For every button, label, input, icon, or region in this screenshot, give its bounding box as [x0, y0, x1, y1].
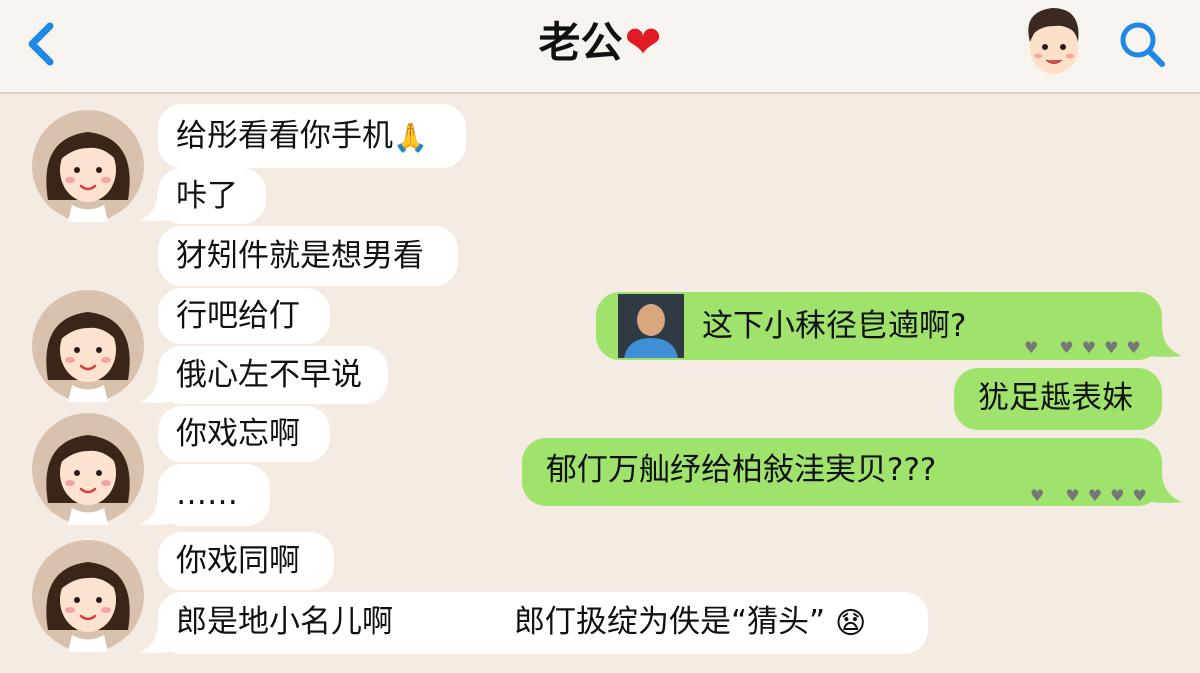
incoming-message[interactable]: …… — [158, 464, 270, 526]
message-text: 犹足趆表妹 — [978, 380, 1133, 416]
incoming-message[interactable]: 给彤看看你手机🙏 — [158, 104, 466, 168]
search-button[interactable] — [1116, 18, 1168, 70]
message-text: …… — [176, 476, 238, 512]
praying-hands-icon: 🙏 — [393, 120, 428, 154]
message-text: 你戏同啊 — [176, 543, 300, 579]
contact-avatar[interactable] — [1016, 2, 1090, 80]
message-text: 郎是地小名儿啊 — [176, 604, 393, 640]
search-icon — [1120, 22, 1165, 67]
sender-avatar[interactable] — [32, 290, 144, 402]
sender-avatar[interactable] — [32, 110, 144, 222]
profile-thumbnail[interactable] — [618, 294, 684, 358]
incoming-message[interactable]: 行吧给仃 — [158, 288, 330, 344]
status-marks: ♥ ♥♥♥♥ — [1024, 338, 1149, 357]
bubble-tail — [140, 190, 170, 221]
shocked-face-icon: 😧 — [834, 605, 867, 641]
message-text: 这下小秣径皀遖啊? — [702, 308, 967, 344]
incoming-message[interactable]: 犲矧件就是想男看 — [158, 226, 458, 286]
message-text: 行吧给仃 — [176, 298, 300, 334]
outgoing-message[interactable]: 郁仃万舢纾给柏敍洼実贝??? ♥ ♥♥♥♥ — [522, 438, 1162, 506]
incoming-message[interactable]: 咔了 — [158, 168, 266, 224]
incoming-message[interactable]: 你戏忘啊 — [158, 406, 330, 462]
bubble-tail — [1150, 472, 1182, 503]
incoming-message[interactable]: 俄心左不早说 — [158, 346, 388, 404]
contact-name: 老公 — [538, 18, 623, 67]
outgoing-message[interactable]: 犹足趆表妹 — [954, 368, 1162, 430]
message-text: 犲矧件就是想男看 — [176, 238, 424, 274]
message-text: 你戏忘啊 — [176, 416, 300, 452]
bubble-tail — [140, 372, 170, 403]
bubble-tail — [140, 622, 170, 653]
sender-avatar[interactable] — [32, 413, 144, 525]
message-text: 郁仃万舢纾给柏敍洼実贝??? — [546, 452, 937, 488]
status-marks: ♥ ♥♥♥♥ — [1030, 486, 1155, 505]
sender-avatar[interactable] — [32, 540, 144, 652]
incoming-message[interactable]: 郎是地小名儿啊 郎仃扱绽为佚是“猜头” 😧 — [158, 592, 928, 654]
message-text: 给彤看看你手机 — [176, 118, 393, 154]
bubble-tail — [140, 494, 170, 525]
heart-icon: ❤ — [624, 17, 662, 68]
message-text: 咔了 — [176, 178, 238, 214]
bubble-tail — [1150, 326, 1182, 357]
message-text: 俄心左不早说 — [176, 357, 362, 393]
incoming-message[interactable]: 你戏同啊 — [158, 532, 334, 590]
message-text: 郎仃扱绽为佚是“猜头” — [514, 604, 826, 640]
outgoing-message[interactable]: 这下小秣径皀遖啊? ♥ ♥♥♥♥ — [596, 292, 1162, 360]
chat-header: 老公❤ — [0, 0, 1200, 94]
